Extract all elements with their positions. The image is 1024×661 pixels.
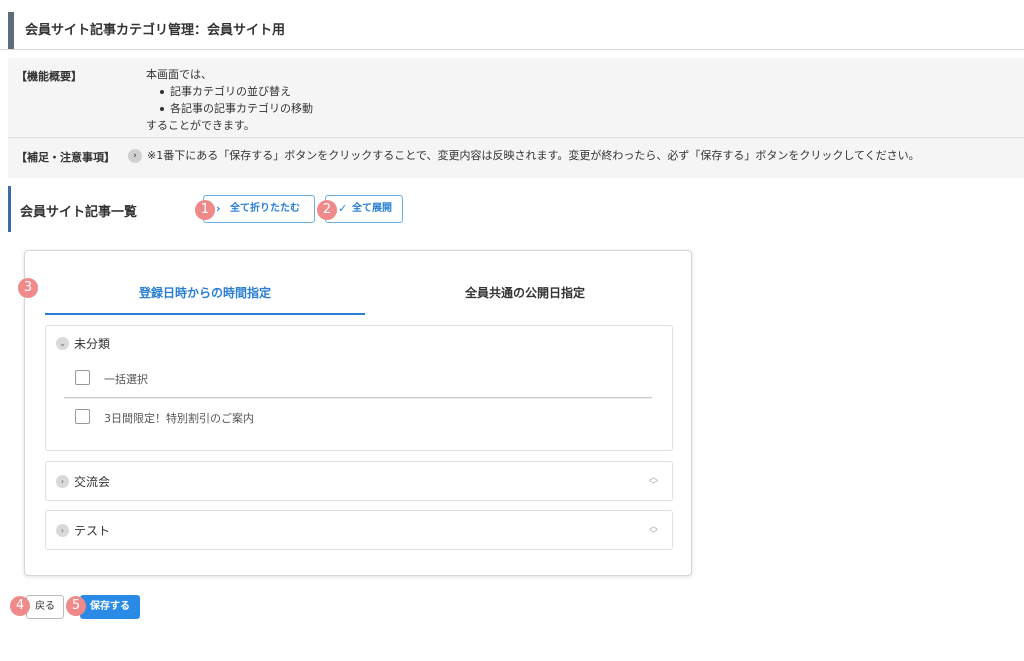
tab-common-publish-date[interactable]: 全員共通の公開日指定 (365, 251, 685, 315)
select-all-checkbox[interactable] (75, 370, 90, 385)
annotation-badge-2: 2 (317, 200, 337, 220)
header-accent-bar (8, 12, 14, 49)
overview-label: 【機能概要】 (16, 70, 82, 83)
category-name: 未分類 (74, 337, 111, 351)
collapse-all-label: 全て折りたたむ (230, 203, 300, 214)
section-title-text: 会員サイト記事一覧 (20, 205, 138, 220)
annotation-badge-3: 3 (18, 278, 38, 298)
page-title: 会員サイト記事カテゴリ管理：会員サイト用 (25, 23, 286, 38)
chevron-right-icon: › (56, 524, 69, 537)
overview-text: 本画面では、 記事カテゴリの並び替え 各記事の記事カテゴリの移動 することができ… (146, 66, 313, 134)
chevron-right-icon: › (216, 202, 221, 215)
overview-row: 【機能概要】 本画面では、 記事カテゴリの並び替え 各記事の記事カテゴリの移動 … (8, 58, 1024, 138)
section-title: 会員サイト記事一覧 (8, 186, 188, 232)
collapse-all-button[interactable]: › 全て折りたたむ (203, 195, 315, 223)
annotation-badge-1: 1 (195, 200, 215, 220)
expand-all-label: 全て展開 (352, 203, 392, 214)
chevron-down-icon: ⌄ (56, 337, 69, 350)
sort-updown-icon[interactable]: ︿ ﹀ (649, 523, 658, 540)
notes-text: ※1番下にある「保存する」ボタンをクリックすることで、変更内容は反映されます。変… (147, 149, 920, 162)
overview-list: 記事カテゴリの並び替え 各記事の記事カテゴリの移動 (146, 83, 313, 117)
article-checkbox[interactable] (75, 409, 90, 424)
category-name: テスト (74, 524, 111, 538)
category-accordion-test[interactable]: › テスト ︿ ﹀ (45, 510, 673, 550)
page-header: 会員サイト記事カテゴリ管理：会員サイト用 (0, 0, 1024, 50)
article-panel: 登録日時からの時間指定 全員共通の公開日指定 ⌄ 未分類 一括選択 3日間限定！… (24, 250, 692, 576)
category-accordion-meetup[interactable]: › 交流会 ︿ ﹀ (45, 461, 673, 501)
accordion-header[interactable]: ⌄ 未分類 (46, 326, 672, 360)
sort-updown-icon[interactable]: ︿ ﹀ (649, 474, 658, 491)
overview-outro: することができます。 (146, 119, 255, 132)
active-tab-underline (45, 313, 365, 315)
overview-item: 各記事の記事カテゴリの移動 (146, 100, 313, 117)
chevron-right-icon: › (128, 149, 142, 163)
notes-label: 【補足・注意事項】 (16, 151, 115, 164)
overview-item: 記事カテゴリの並び替え (146, 83, 313, 100)
tab-time-from-registration[interactable]: 登録日時からの時間指定 (45, 251, 365, 315)
info-box: 【機能概要】 本画面では、 記事カテゴリの並び替え 各記事の記事カテゴリの移動 … (8, 58, 1024, 178)
category-accordion-uncategorized: ⌄ 未分類 一括選択 3日間限定！特別割引のご案内 (45, 325, 673, 451)
article-title: 3日間限定！特別割引のご案内 (104, 412, 254, 425)
annotation-badge-4: 4 (10, 596, 30, 616)
divider (64, 397, 652, 399)
save-button[interactable]: 保存する (80, 595, 140, 619)
category-name: 交流会 (74, 475, 111, 489)
check-icon: ✓ (338, 202, 348, 215)
overview-intro: 本画面では、 (146, 68, 212, 81)
chevron-right-icon: › (56, 475, 69, 488)
select-all-label: 一括選択 (104, 373, 148, 386)
annotation-badge-5: 5 (66, 596, 86, 616)
section-accent-bar (8, 186, 11, 232)
back-button[interactable]: 戻る (26, 595, 64, 619)
